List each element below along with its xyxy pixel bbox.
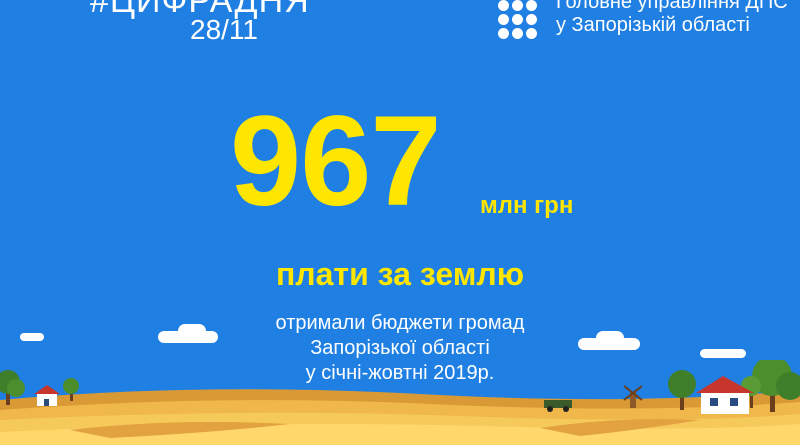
unit-label: млн грн [480, 192, 574, 219]
house-icon [34, 385, 60, 406]
date-label: 28/11 [190, 14, 258, 45]
organization-name-line1: Головне управління ДПС [556, 0, 788, 13]
nine-dot-grid-logo-icon [496, 0, 538, 44]
landscape-illustration [0, 360, 800, 445]
big-number: 967 [230, 90, 442, 233]
subtitle: плати за землю [275, 256, 525, 292]
cloud-icon [178, 324, 206, 338]
description-line-1: отримали бюджети громад [275, 312, 525, 334]
cloud-icon [700, 349, 746, 358]
description-line-2: Запорізької області [310, 337, 490, 359]
infographic-canvas: #ЦИФРАДНЯ 28/11 Головне управління ДПС у… [0, 0, 800, 445]
cloud-icon [596, 331, 624, 345]
cloud-icon [20, 333, 44, 341]
organization-name-line2: у Запорізькій області [556, 14, 750, 36]
